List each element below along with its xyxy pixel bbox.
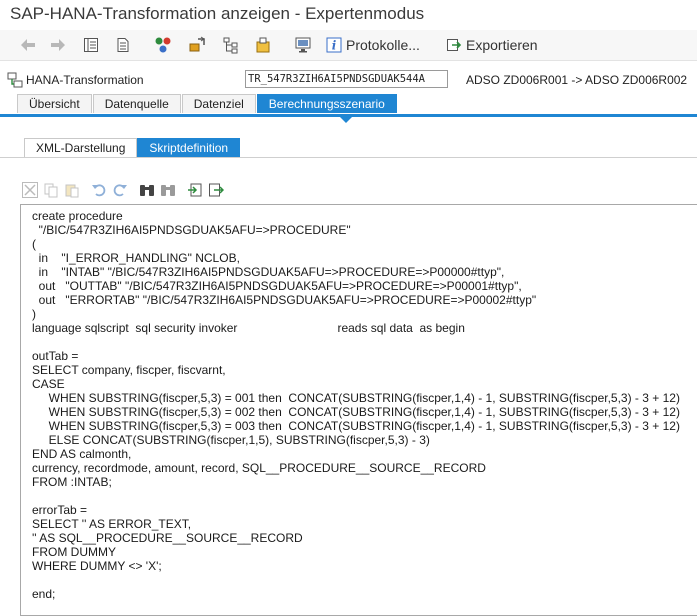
exportieren-button[interactable]: Exportieren [446,34,538,56]
import-icon[interactable] [185,181,204,200]
undo-icon[interactable] [89,181,108,200]
tab-datenziel[interactable]: Datenziel [181,94,256,113]
sub-tab-divider [0,157,697,158]
document-icon[interactable] [112,34,134,56]
sub-tabstrip: XML-Darstellung Skriptdefinition [24,138,241,158]
svg-text:i: i [332,39,337,53]
find-next-icon[interactable] [158,181,177,200]
monitor-icon[interactable] [292,34,314,56]
display-list-icon[interactable] [80,34,102,56]
title-bar: SAP-HANA-Transformation anzeigen - Exper… [0,0,697,26]
protokolle-label: Protokolle... [346,37,420,53]
forward-arrow-icon[interactable] [47,34,69,56]
paste-icon[interactable] [62,181,81,200]
exportieren-label: Exportieren [466,37,538,53]
protokolle-button[interactable]: i Protokolle... [326,34,420,56]
info-icon: i [326,37,342,53]
copy-icon[interactable] [41,181,60,200]
find-icon[interactable] [137,181,156,200]
tab-datenquelle[interactable]: Datenquelle [92,94,181,113]
hierarchy-icon[interactable] [220,34,242,56]
app-toolbar: i Protokolle... Exportieren [0,30,697,61]
script-code[interactable]: create procedure "/BIC/547R3ZIH6AI5PNDSG… [21,205,697,601]
header-label: HANA-Transformation [26,73,144,87]
back-arrow-icon[interactable] [17,34,39,56]
window-title: SAP-HANA-Transformation anzeigen - Exper… [10,4,425,23]
tab-berechnungsszenario[interactable]: Berechnungsszenario [256,94,397,113]
transformation-icon [7,72,23,91]
activate-icon[interactable] [152,34,174,56]
download-icon[interactable] [206,181,225,200]
tab-xml-darstellung[interactable]: XML-Darstellung [24,138,138,157]
active-tab-indicator [340,117,352,123]
editor-toolbar [20,179,227,201]
cut-icon[interactable] [20,181,39,200]
redo-icon[interactable] [110,181,129,200]
tab-uebersicht[interactable]: Übersicht [17,94,92,113]
script-editor[interactable]: create procedure "/BIC/547R3ZIH6AI5PNDSG… [20,204,697,616]
transport-icon[interactable] [186,34,208,56]
export-icon [447,39,462,51]
main-tabstrip: Übersicht Datenquelle Datenziel Berechnu… [17,94,398,114]
transformation-header: HANA-Transformation TR_547R3ZIH6AI5PNDSG… [0,66,697,94]
tab-skriptdefinition[interactable]: Skriptdefinition [137,138,241,157]
transformation-id-field[interactable]: TR_547R3ZIH6AI5PNDSGDUAK544A [245,70,448,88]
transformation-description: ADSO ZD006R001 -> ADSO ZD006R002 [466,73,688,87]
package-icon[interactable] [252,34,274,56]
